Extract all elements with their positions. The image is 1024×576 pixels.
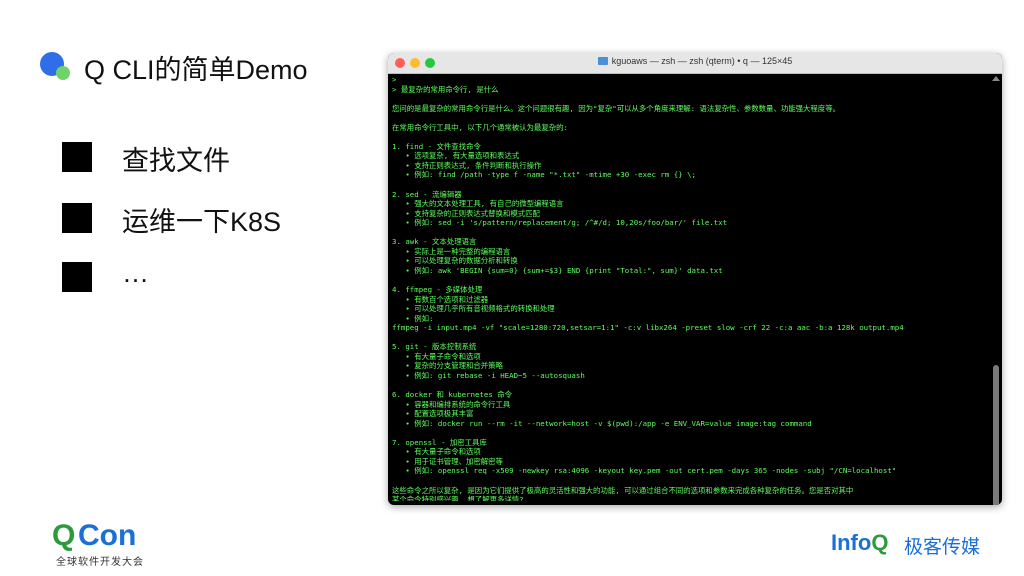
- terminal-line: 3. awk - 文本处理语言: [392, 237, 477, 247]
- terminal-line: ffmpeg -i input.mp4 -vf "scale=1280:720,…: [392, 323, 904, 333]
- geek-media-logo: 极客传媒: [904, 537, 981, 558]
- qcon-logo-con: Con: [78, 519, 137, 552]
- qcon-logo-q: Q: [52, 519, 76, 552]
- terminal-line: 5. git - 版本控制系统: [392, 342, 477, 352]
- title-dot-small-icon: [56, 66, 70, 80]
- terminal-line: • 用于证书管理、加密解密等: [392, 456, 503, 466]
- terminal-line: • 复杂的分支管理和合并策略: [392, 361, 503, 371]
- terminal-line: 您问的是最复杂的常用命令行是什么。这个问题很有趣, 因为"复杂"可以从多个角度来…: [392, 103, 840, 113]
- terminal-line: • 例如:: [392, 313, 434, 323]
- terminal-title-text: kguoaws — zsh — zsh (qterm) • q — 125×45: [611, 56, 793, 66]
- terminal-line: • 有大量子命令和选项: [392, 351, 481, 361]
- bullet-item-3: …: [122, 258, 149, 288]
- terminal-line: • 强大的文本处理工具, 有自己的微型编程语言: [392, 199, 564, 209]
- bullet-square-icon: [62, 142, 92, 172]
- terminal-line: • 配置选项极其丰富: [392, 409, 474, 419]
- terminal-line: 这些命令之所以复杂, 是因为它们提供了极高的灵活性和强大的功能, 可以通过组合不…: [392, 485, 854, 495]
- terminal-line: > 最复杂的常用命令行, 是什么: [392, 84, 499, 94]
- terminal-line: 7. openssl - 加密工具库: [392, 437, 487, 447]
- terminal-line: • 有数百个选项和过滤器: [392, 294, 489, 304]
- terminal-line: 在常用命令行工具中, 以下几个通常被认为最复杂的:: [392, 122, 568, 132]
- bullet-square-icon: [62, 262, 92, 292]
- terminal-line: 某个命令特别感兴趣, 想了解更多详情?: [392, 495, 524, 501]
- terminal-line: 4. ffmpeg - 多媒体处理: [392, 285, 483, 295]
- terminal-line: • 例如: awk 'BEGIN {sum=0} {sum+=$3} END {…: [392, 265, 723, 275]
- slide-title: Q CLI的简单Demo: [84, 55, 308, 85]
- terminal-output[interactable]: > > 最复杂的常用命令行, 是什么您问的是最复杂的常用命令行是什么。这个问题很…: [392, 75, 986, 501]
- terminal-title: kguoaws — zsh — zsh (qterm) • q — 125×45: [388, 56, 1002, 66]
- terminal-line: • 例如: git rebase -i HEAD~5 --autosquash: [392, 370, 585, 380]
- qcon-subtitle: 全球软件开发大会: [56, 557, 144, 568]
- terminal-line: • 实际上是一种完整的编程语言: [392, 246, 511, 256]
- terminal-scrollbar-thumb[interactable]: [993, 365, 999, 505]
- slide: Q CLI的简单Demo 查找文件 运维一下K8S … kguoaws — zs…: [0, 0, 1024, 576]
- infoq-logo: InfoQ: [831, 530, 888, 556]
- terminal-titlebar[interactable]: kguoaws — zsh — zsh (qterm) • q — 125×45: [388, 53, 1002, 74]
- terminal-line: • 支持正则表达式, 条件判断和执行操作: [392, 160, 542, 170]
- terminal-line: >: [392, 75, 401, 84]
- terminal-line: • 例如: openssl req -x509 -newkey rsa:4096…: [392, 466, 897, 476]
- terminal-line: 2. sed - 流编辑器: [392, 189, 462, 199]
- terminal-window[interactable]: kguoaws — zsh — zsh (qterm) • q — 125×45…: [388, 53, 1002, 505]
- scroll-up-arrow-icon[interactable]: [992, 76, 1000, 81]
- terminal-line: 1. find - 文件查找命令: [392, 141, 481, 151]
- bullet-square-icon: [62, 203, 92, 233]
- terminal-line: • 可以处理几乎所有音视频格式的转换和处理: [392, 304, 555, 314]
- infoq-logo-info: Info: [831, 530, 872, 555]
- bullet-item-2: 运维一下K8S: [122, 207, 282, 237]
- terminal-line: • 例如: docker run --rm -it --network=host…: [392, 418, 812, 428]
- terminal-line: • 容器和编排系统的命令行工具: [392, 399, 511, 409]
- terminal-line: • 例如: sed -i 's/pattern/replacement/g; /…: [392, 218, 728, 228]
- terminal-line: • 例如: find /path -type f -name "*.txt" -…: [392, 170, 697, 180]
- terminal-line: • 选项复杂, 有大量选项和表达式: [392, 151, 520, 161]
- bullet-item-1: 查找文件: [122, 146, 230, 176]
- terminal-line: 6. docker 和 kubernetes 命令: [392, 390, 513, 400]
- terminal-line: • 有大量子命令和选项: [392, 447, 481, 457]
- infoq-logo-q: Q: [871, 530, 889, 555]
- terminal-line: • 支持复杂的正则表达式替换和模式匹配: [392, 208, 540, 218]
- terminal-line: • 可以处理复杂的数据分析和转换: [392, 256, 518, 266]
- folder-icon: [597, 57, 608, 65]
